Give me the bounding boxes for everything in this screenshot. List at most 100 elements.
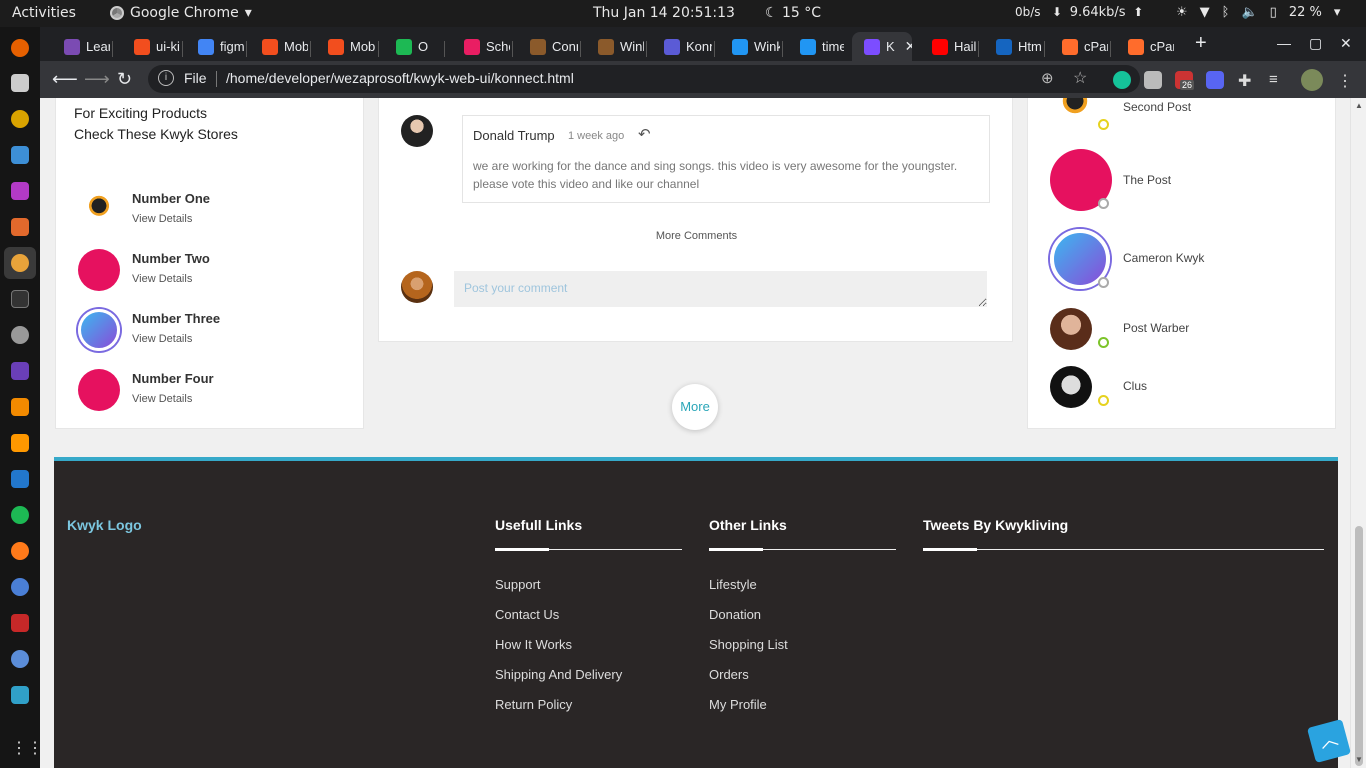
browser-tab[interactable]: figma [186, 32, 244, 61]
friend-item[interactable]: Cameron Kwyk [1050, 229, 1320, 291]
close-tab-icon[interactable]: ✕ [905, 38, 912, 55]
footer-link[interactable]: Donation [709, 607, 788, 637]
store-item[interactable]: Number Four View Details [78, 369, 338, 411]
info-icon[interactable]: i [158, 70, 174, 86]
footer-logo[interactable]: Kwyk Logo [67, 517, 142, 533]
reload-button[interactable]: ↻ [117, 69, 132, 90]
browser-tab[interactable]: Wink [720, 32, 780, 61]
browser-tab[interactable]: Mobi [316, 32, 376, 61]
weather-indicator[interactable]: ☾ 15 °C [765, 5, 821, 21]
friend-item[interactable]: Post Warber [1050, 308, 1320, 350]
app-menu[interactable]: Google Chrome ▾ [110, 5, 252, 21]
view-details-link[interactable]: View Details [132, 333, 192, 345]
friend-item[interactable]: Second Post [1050, 98, 1320, 130]
app-grid-icon[interactable]: ⋮⋮ [11, 741, 43, 759]
arrow-up-icon: ⬆ [1129, 5, 1144, 19]
files-icon[interactable] [11, 74, 29, 92]
disks-icon[interactable] [11, 326, 29, 344]
qbittorrent-icon[interactable] [11, 650, 29, 668]
browser-tab[interactable]: Mobi [250, 32, 308, 61]
zoom-icon[interactable]: ⊕ [1041, 69, 1054, 87]
comment-input[interactable] [454, 271, 987, 307]
spotify-icon[interactable] [11, 506, 29, 524]
browser-tab[interactable]: Wink [586, 32, 644, 61]
browser-tab[interactable]: cPan [1050, 32, 1108, 61]
browser-tab[interactable]: K ✕ [852, 32, 912, 61]
address-bar[interactable]: i File /home/developer/wezaprosoft/kwyk-… [148, 65, 1140, 93]
store-item[interactable]: Number Three View Details [78, 309, 338, 351]
chrome-icon[interactable] [11, 254, 29, 272]
activities-button[interactable]: Activities [12, 5, 76, 21]
browser-tab[interactable]: Learn [52, 32, 110, 61]
puzzle-icon[interactable]: ✚ [1238, 71, 1256, 90]
store-item[interactable]: Number Two View Details [78, 249, 338, 291]
footer-link[interactable]: How It Works [495, 637, 622, 667]
footer-link[interactable]: Contact Us [495, 607, 622, 637]
footer-link[interactable]: My Profile [709, 697, 788, 727]
more-button[interactable]: More [672, 384, 718, 430]
browser-tab[interactable]: Html [984, 32, 1042, 61]
commenter-avatar[interactable] [401, 115, 433, 147]
filezilla-icon[interactable] [11, 614, 29, 632]
terminal-icon[interactable] [11, 290, 29, 308]
browser-tab[interactable]: ui-kit [122, 32, 180, 61]
webcam-icon[interactable] [11, 578, 29, 596]
system-tray[interactable]: ☀ ▼ ᛒ 🔈 ▯ 22 % ▾ [1176, 5, 1340, 20]
browser-tab[interactable]: Conn [518, 32, 578, 61]
view-details-link[interactable]: View Details [132, 393, 192, 405]
browser-tab[interactable]: time [788, 32, 844, 61]
footer-link[interactable]: Shipping And Delivery [495, 667, 622, 697]
software-center-icon[interactable] [11, 218, 29, 236]
url-text[interactable]: /home/developer/wezaprosoft/kwyk-web-ui/… [226, 70, 574, 86]
chevron-down-icon: ▾ [244, 5, 252, 21]
postman-icon[interactable] [11, 542, 29, 560]
footer-link[interactable]: Lifestyle [709, 577, 788, 607]
extension-icon[interactable] [1144, 71, 1162, 89]
screenshot-icon[interactable] [11, 362, 29, 380]
store-item[interactable]: Number One View Details [78, 189, 338, 231]
vlc-icon[interactable] [11, 398, 29, 416]
footer-link[interactable]: Return Policy [495, 697, 622, 727]
clock[interactable]: Thu Jan 14 20:51:13 [593, 5, 735, 21]
footer-link[interactable]: Support [495, 577, 622, 607]
new-tab-button[interactable]: + [1195, 32, 1207, 55]
bookmark-star-icon[interactable]: ☆ [1073, 68, 1087, 88]
reply-icon[interactable]: ↶ [638, 125, 651, 143]
abp-icon[interactable]: 26 [1175, 71, 1195, 90]
text-editor-icon[interactable] [11, 146, 29, 164]
browser-tab[interactable]: cPan [1116, 32, 1174, 61]
browser-tab[interactable]: O [384, 32, 442, 61]
page-scrollbar[interactable]: ▲ ▼ [1350, 98, 1366, 768]
browser-tab[interactable]: Haile [920, 32, 976, 61]
comment-author[interactable]: Donald Trump [473, 128, 555, 143]
maximize-button[interactable]: ▢ [1309, 35, 1322, 52]
friend-item[interactable]: Clus [1050, 366, 1320, 408]
forward-button[interactable]: ⟶ [84, 69, 110, 90]
media-queue-icon[interactable]: ≡ [1269, 71, 1287, 89]
meet-icon[interactable] [1206, 71, 1224, 89]
browser-tab[interactable]: Scho [452, 32, 510, 61]
close-window-button[interactable]: ✕ [1340, 35, 1352, 52]
grammarly-icon[interactable] [1113, 71, 1131, 89]
menu-kebab-icon[interactable]: ⋮ [1337, 71, 1355, 90]
footer-link[interactable]: Shopping List [709, 637, 788, 667]
view-details-link[interactable]: View Details [132, 273, 192, 285]
profile-avatar[interactable] [1301, 69, 1323, 91]
friend-item[interactable]: The Post [1050, 149, 1320, 211]
rhythmbox-icon[interactable] [11, 110, 29, 128]
stores-card: For Exciting Products Check These Kwyk S… [55, 98, 364, 429]
more-comments-link[interactable]: More Comments [379, 230, 1014, 242]
phpstorm-icon[interactable] [11, 182, 29, 200]
browser-tab[interactable]: Konn [652, 32, 712, 61]
scrollbar-thumb[interactable] [1355, 526, 1363, 766]
minimize-button[interactable]: — [1277, 35, 1291, 51]
scroll-down-arrow[interactable]: ▼ [1355, 755, 1363, 764]
back-button[interactable]: ⟵ [52, 69, 78, 90]
scroll-up-arrow[interactable]: ▲ [1355, 101, 1363, 110]
webstorm-icon[interactable] [11, 686, 29, 704]
firefox-icon[interactable] [11, 39, 29, 57]
view-details-link[interactable]: View Details [132, 213, 192, 225]
footer-link[interactable]: Orders [709, 667, 788, 697]
sublime-icon[interactable] [11, 434, 29, 452]
vscode-icon[interactable] [11, 470, 29, 488]
